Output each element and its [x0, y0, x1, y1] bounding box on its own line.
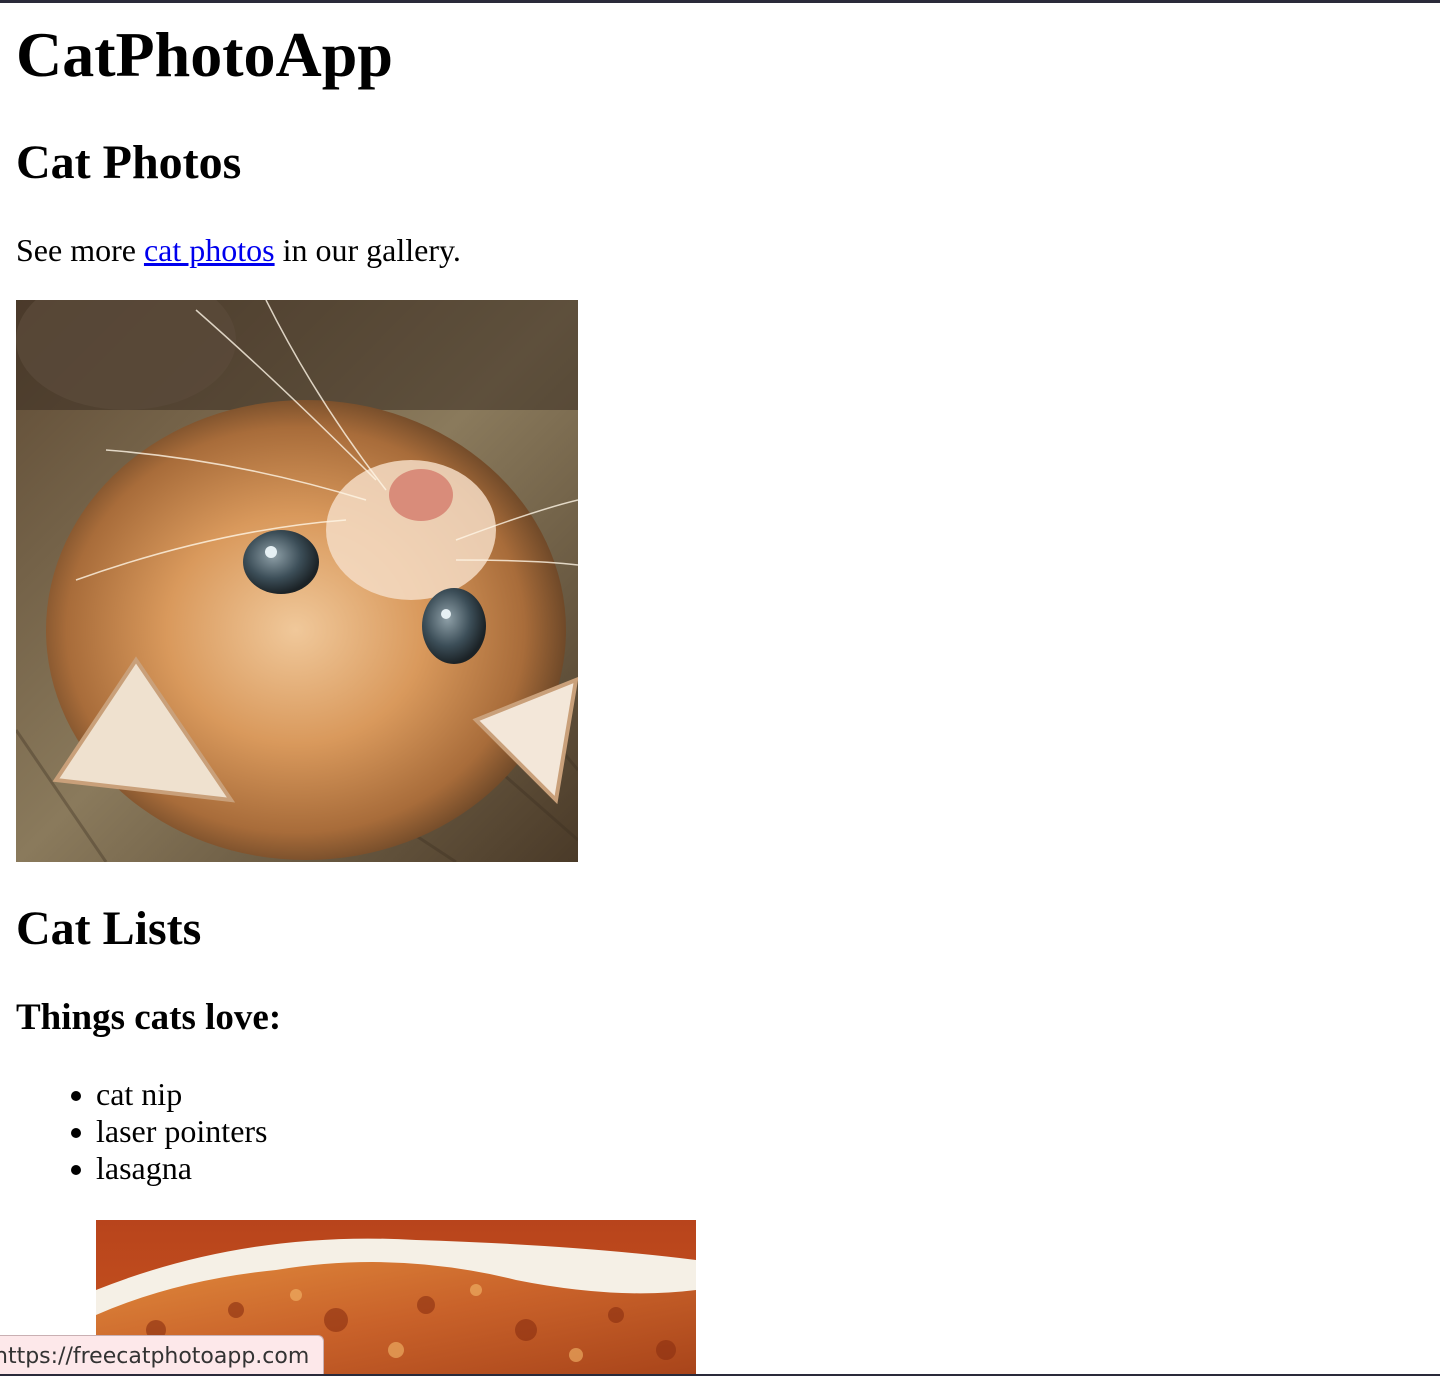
gallery-intro: See more cat photos in our gallery.	[16, 230, 461, 270]
intro-text-after: in our gallery.	[274, 232, 461, 268]
cat-photo	[16, 300, 578, 862]
status-url: https://freecatphotoapp.com	[0, 1344, 310, 1369]
cat-head	[46, 400, 566, 860]
link-status-bar: https://freecatphotoapp.com	[0, 1335, 325, 1376]
bullet-icon	[71, 1091, 81, 1101]
cat-nose	[389, 469, 453, 521]
section-heading-cat-photos: Cat Photos	[16, 136, 242, 189]
list-item-label: cat nip	[96, 1076, 183, 1112]
list-item: laser pointers	[71, 1113, 268, 1150]
cat-eye-right	[422, 588, 486, 664]
bullet-icon	[71, 1128, 81, 1138]
list-item-label: lasagna	[96, 1150, 192, 1186]
list-item-label: laser pointers	[96, 1113, 268, 1149]
bullet-icon	[71, 1165, 81, 1175]
cat-photo-link[interactable]	[16, 300, 578, 862]
things-cats-love-list: cat nip laser pointers lasagna	[16, 1076, 268, 1187]
section-heading-cat-lists: Cat Lists	[16, 902, 202, 955]
list-item: cat nip	[71, 1076, 268, 1113]
cat-eye-left	[243, 530, 319, 594]
list-heading-things-cats-love: Things cats love:	[16, 997, 282, 1038]
cat-photos-link[interactable]: cat photos	[144, 232, 275, 268]
window-top-border	[0, 0, 1440, 3]
intro-text-before: See more	[16, 232, 144, 268]
list-item: lasagna	[71, 1150, 268, 1187]
page-title: CatPhotoApp	[16, 19, 393, 90]
